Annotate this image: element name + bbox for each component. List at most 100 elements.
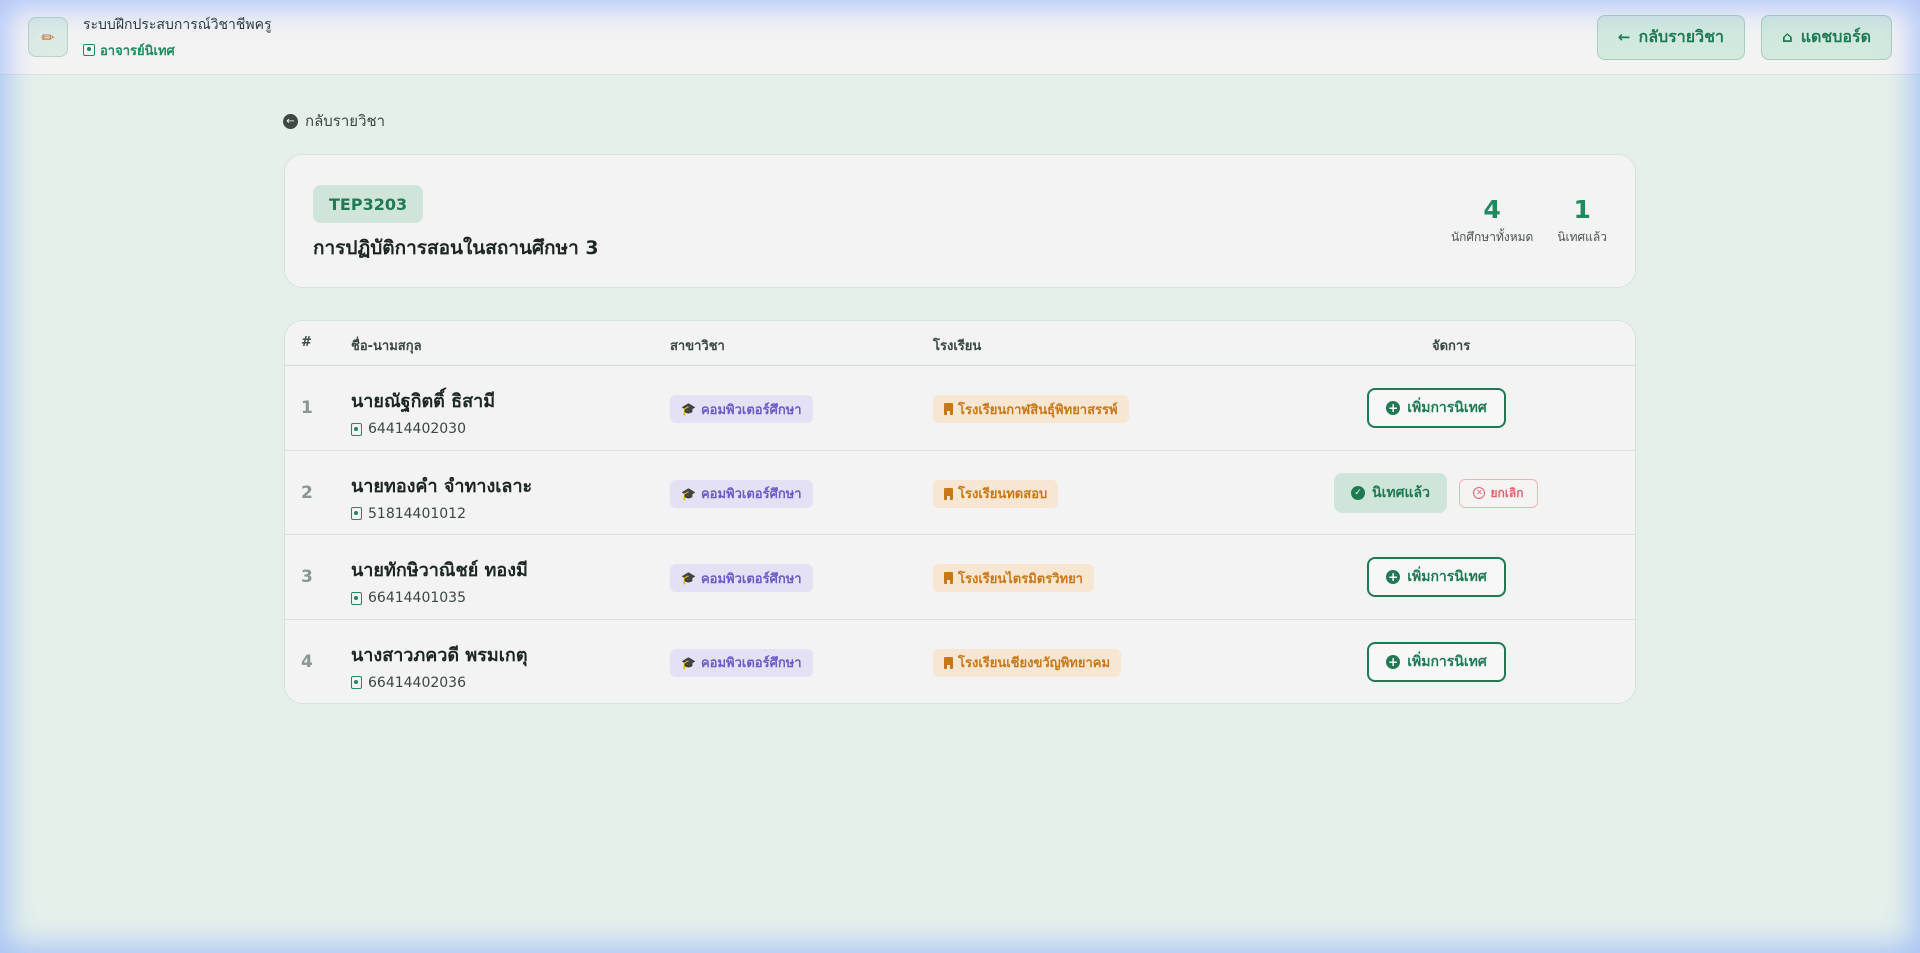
stat-total-value: 4 — [1483, 195, 1501, 224]
course-name: การปฏิบัติการสอนในสถานศึกษา 3 — [313, 237, 599, 259]
table-row: 1 นายณัฐกิตติ์ ธิสามี 64414402030 🎓 คอมพ… — [285, 366, 1635, 451]
course-code-badge: TEP3203 — [313, 185, 424, 223]
graduation-cap-icon: 🎓 — [681, 486, 696, 501]
column-header-name: ชื่อ-นามสกุล — [351, 339, 422, 354]
major-label: คอมพิวเตอร์ศึกษา — [700, 656, 802, 671]
x-circle-icon: ✕ — [1473, 487, 1486, 499]
course-summary-card: TEP3203 การปฏิบัติการสอนในสถานศึกษา 3 4 … — [284, 154, 1636, 288]
student-cell: นายทองคำ จำทางเลาะ 51814401012 — [351, 471, 532, 522]
student-name: นายทักษิวาณิชย์ ทองมี — [351, 560, 528, 581]
major-badge: 🎓 คอมพิวเตอร์ศึกษา — [670, 395, 813, 423]
add-supervision-label: เพิ่มการนิเทศ — [1407, 569, 1487, 585]
school-label: โรงเรียนทดสอบ — [958, 487, 1048, 502]
table-row: 3 นายทักษิวาณิชย์ ทองมี 66414401035 🎓 คอ… — [285, 535, 1635, 620]
student-id-value: 66414401035 — [368, 590, 466, 606]
cancel-label: ยกเลิก — [1490, 485, 1524, 500]
dashboard-button[interactable]: ⌂ แดชบอร์ด — [1760, 14, 1892, 60]
major-badge: 🎓 คอมพิวเตอร์ศึกษา — [670, 479, 813, 508]
major-label: คอมพิวเตอร์ศึกษา — [700, 571, 802, 587]
row-number: 4 — [301, 651, 313, 672]
student-id-value: 66414402036 — [368, 674, 466, 691]
plus-circle-icon: + — [1386, 570, 1401, 584]
check-circle-icon: ✓ — [1351, 485, 1366, 500]
add-supervision-button[interactable]: + เพิ่มการนิเทศ — [1367, 388, 1506, 428]
course-stats: 4 นักศึกษาทั้งหมด 1 นิเทศแล้ว — [1451, 197, 1607, 247]
school-label: โรงเรียนเชียงขวัญพิทยาคม — [958, 656, 1111, 671]
id-card-icon — [351, 422, 362, 436]
column-header-school: โรงเรียน — [933, 339, 982, 354]
supervised-label: นิเทศแล้ว — [1372, 484, 1430, 501]
column-header-number: # — [301, 335, 312, 350]
table-header: # ชื่อ-นามสกุล สาขาวิชา โรงเรียน จัดการ — [285, 321, 1635, 366]
major-label: คอมพิวเตอร์ศึกษา — [700, 487, 802, 502]
dashboard-label: แดชบอร์ด — [1800, 26, 1871, 46]
building-icon — [944, 487, 953, 500]
back-link-label: กลับรายวิชา — [305, 112, 386, 130]
graduation-cap-icon: 🎓 — [681, 655, 696, 670]
id-card-icon — [351, 591, 362, 605]
student-id: 66414401035 — [351, 590, 528, 606]
graduation-cap-icon: 🎓 — [681, 402, 696, 416]
student-id: 66414402036 — [351, 675, 528, 691]
school-badge: โรงเรียนไตรมิตรวิทยา — [933, 564, 1094, 592]
add-supervision-label: เพิ่มการนิเทศ — [1407, 400, 1487, 416]
building-icon — [944, 572, 953, 584]
graduation-cap-icon: 🎓 — [681, 571, 696, 585]
supervised-button[interactable]: ✓ นิเทศแล้ว — [1334, 472, 1447, 513]
major-badge: 🎓 คอมพิวเตอร์ศึกษา — [670, 648, 813, 677]
student-cell: นายณัฐกิตติ์ ธิสามี 64414402030 — [351, 386, 495, 437]
stat-supervised-value: 1 — [1573, 195, 1591, 224]
system-title: ระบบฝึกประสบการณ์วิชาชีพครู — [83, 16, 272, 33]
school-label: โรงเรียนไตรมิตรวิทยา — [958, 571, 1083, 587]
id-card-icon — [351, 507, 362, 520]
school-label: โรงเรียนกาฬสินธุ์พิทยาสรรพ์ — [958, 402, 1118, 418]
student-cell: นายทักษิวาณิชย์ ทองมี 66414401035 — [351, 555, 528, 606]
row-number: 1 — [301, 398, 313, 418]
table-row: 4 นางสาวภควดี พรมเกตุ 66414402036 🎓 คอมพ… — [285, 620, 1635, 704]
student-name: นางสาวภควดี พรมเกตุ — [351, 644, 528, 666]
brand-block: ระบบฝึกประสบการณ์วิชาชีพครู อาจารย์นิเทศ — [83, 14, 272, 61]
student-cell: นางสาวภควดี พรมเกตุ 66414402036 — [351, 640, 528, 691]
arrow-left-circle-icon: ← — [283, 113, 298, 129]
student-name: นายทองคำ จำทางเลาะ — [351, 475, 533, 497]
major-label: คอมพิวเตอร์ศึกษา — [700, 402, 802, 418]
back-link[interactable]: ← กลับรายวิชา — [283, 109, 385, 133]
column-header-manage: จัดการ — [1432, 339, 1471, 354]
building-icon — [944, 656, 953, 669]
student-id-value: 64414402030 — [368, 421, 466, 437]
building-icon — [944, 403, 953, 415]
plus-circle-icon: + — [1386, 654, 1401, 669]
row-number: 2 — [301, 482, 313, 503]
student-id: 51814401012 — [351, 506, 532, 522]
table-row: 2 นายทองคำ จำทางเลาะ 51814401012 🎓 คอมพิ… — [285, 451, 1635, 535]
students-table: # ชื่อ-นามสกุล สาขาวิชา โรงเรียน จัดการ … — [284, 320, 1636, 704]
top-bar: ✏ ระบบฝึกประสบการณ์วิชาชีพครู อาจารย์นิเ… — [0, 0, 1920, 75]
stat-supervised-label: นิเทศแล้ว — [1557, 230, 1607, 244]
school-badge: โรงเรียนทดสอบ — [933, 479, 1059, 508]
school-badge: โรงเรียนกาฬสินธุ์พิทยาสรรพ์ — [933, 395, 1129, 423]
back-to-courses-label: กลับรายวิชา — [1638, 26, 1724, 46]
cancel-supervision-button[interactable]: ✕ ยกเลิก — [1459, 478, 1538, 508]
back-to-courses-button[interactable]: ← กลับรายวิชา — [1596, 14, 1745, 60]
school-badge: โรงเรียนเชียงขวัญพิทยาคม — [933, 648, 1122, 677]
app-logo-icon: ✏ — [28, 17, 68, 57]
plus-circle-icon: + — [1386, 401, 1401, 415]
stat-total-students: 4 นักศึกษาทั้งหมด — [1451, 197, 1533, 247]
stat-supervised: 1 นิเทศแล้ว — [1557, 197, 1607, 247]
major-badge: 🎓 คอมพิวเตอร์ศึกษา — [670, 564, 813, 592]
add-supervision-label: เพิ่มการนิเทศ — [1407, 653, 1487, 670]
arrow-left-icon: ← — [1617, 28, 1631, 46]
id-badge-icon — [83, 44, 95, 56]
student-name: นายณัฐกิตติ์ ธิสามี — [351, 391, 496, 412]
stat-total-label: นักศึกษาทั้งหมด — [1450, 230, 1534, 244]
student-id: 64414402030 — [351, 421, 495, 437]
add-supervision-button[interactable]: + เพิ่มการนิเทศ — [1367, 557, 1506, 597]
student-id-value: 51814401012 — [368, 505, 466, 522]
id-card-icon — [351, 676, 362, 689]
add-supervision-button[interactable]: + เพิ่มการนิเทศ — [1367, 641, 1506, 682]
user-role-label: อาจารย์นิเทศ — [100, 43, 175, 59]
column-header-major: สาขาวิชา — [670, 339, 725, 354]
user-role: อาจารย์นิเทศ — [83, 40, 272, 61]
home-icon: ⌂ — [1781, 28, 1793, 46]
top-actions: ← กลับรายวิชา ⌂ แดชบอร์ด — [1596, 14, 1892, 60]
